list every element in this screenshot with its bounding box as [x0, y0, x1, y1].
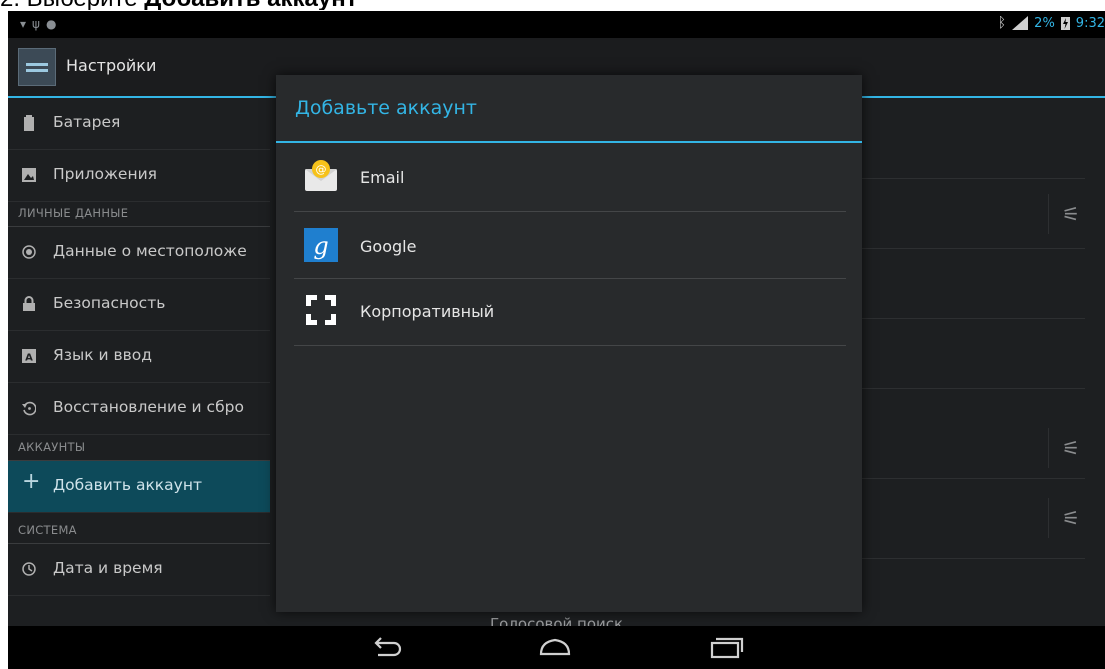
lock-icon: [23, 296, 35, 311]
plus-icon: +: [22, 469, 41, 494]
battery-percent: 2%: [1034, 15, 1055, 31]
navigation-bar: [8, 626, 1105, 669]
sidebar-item-battery[interactable]: Батарея: [8, 98, 270, 150]
sidebar-item-backup-reset[interactable]: Восстановление и сбро: [8, 383, 270, 435]
instruction-caption: 2. Выберите Добавить аккаунт: [0, 0, 358, 10]
settings-categories: Батарея Приложения ЛИЧНЫЕ ДАННЫЕ Данные …: [8, 98, 270, 626]
caption-prefix: 2. Выберите: [0, 0, 144, 10]
android-debug-icon: ●: [45, 17, 63, 31]
sidebar-item-label: Приложения: [53, 165, 157, 183]
home-icon[interactable]: [535, 634, 575, 662]
svg-text:g: g: [313, 232, 328, 260]
sidebar-item-label: Дата и время: [53, 559, 163, 577]
sidebar-item-add-account[interactable]: + Добавить аккаунт: [8, 461, 270, 513]
svg-text:@: @: [316, 163, 327, 176]
sidebar-item-label: Батарея: [53, 113, 121, 131]
clock-time: 9:32: [1075, 15, 1105, 31]
sidebar-item-date-time[interactable]: Дата и время: [8, 544, 270, 596]
apps-icon: [22, 168, 36, 182]
sidebar-item-label: Данные о местоположе: [53, 242, 247, 260]
keyboard-icon: A: [22, 349, 36, 364]
usb-icon: ψ: [32, 17, 46, 31]
status-bar: ▾ψ● ᛒ 2% 9:32: [8, 11, 1105, 38]
restore-icon: [22, 401, 36, 416]
account-option-google[interactable]: g Google: [294, 212, 846, 279]
sync-settings-icon[interactable]: ⚟: [1048, 428, 1093, 468]
notification-icons: ▾ψ●: [20, 17, 62, 31]
google-icon: g: [304, 228, 338, 262]
account-option-label: Корпоративный: [360, 302, 495, 321]
dialog-title: Добавьте аккаунт: [295, 97, 477, 119]
sidebar-item-label: Безопасность: [53, 294, 166, 312]
bluetooth-icon: ᛒ: [997, 15, 1007, 31]
section-header-system: СИСТЕМА: [18, 523, 77, 537]
email-icon: @: [305, 160, 337, 191]
location-icon: [22, 245, 36, 259]
account-option-corporate[interactable]: Корпоративный: [294, 279, 846, 346]
page-title: Настройки: [66, 56, 157, 75]
sync-settings-icon[interactable]: ⚟: [1048, 498, 1093, 538]
sidebar-item-language[interactable]: A Язык и ввод: [8, 331, 270, 383]
clock-icon: [22, 562, 36, 576]
account-option-email[interactable]: @ Email: [294, 145, 846, 212]
sync-settings-icon[interactable]: ⚟: [1048, 194, 1093, 234]
sidebar-item-label: Восстановление и сбро: [53, 398, 244, 416]
battery-charging-icon: [1060, 17, 1070, 30]
signal-icon: [1012, 16, 1029, 30]
settings-app-icon[interactable]: [18, 48, 56, 86]
corporate-icon: [306, 295, 336, 325]
account-option-label: Email: [360, 168, 405, 187]
section-header-personal: ЛИЧНЫЕ ДАННЫЕ: [18, 206, 129, 220]
caption-bold: Добавить аккаунт: [144, 0, 357, 10]
sidebar-item-label: Язык и ввод: [53, 346, 153, 364]
sidebar-item-security[interactable]: Безопасность: [8, 279, 270, 331]
sidebar-item-location[interactable]: Данные о местоположе: [8, 227, 270, 279]
back-icon[interactable]: [368, 634, 408, 662]
recent-apps-icon[interactable]: [706, 634, 746, 662]
system-icons: ᛒ 2% 9:32: [998, 15, 1105, 31]
battery-icon: [24, 115, 34, 131]
add-account-dialog: Добавьте аккаунт @ Email g Google Корпор…: [276, 75, 862, 612]
dialog-title-divider: [276, 141, 862, 143]
tablet-screen: ▾ψ● ᛒ 2% 9:32 Настройки Батарея Приложен…: [8, 11, 1105, 669]
account-option-label: Google: [360, 237, 417, 256]
section-header-accounts: АККАУНТЫ: [18, 440, 86, 454]
svg-text:A: A: [25, 353, 33, 364]
wifi-icon: ▾: [20, 17, 33, 31]
sidebar-item-apps[interactable]: Приложения: [8, 150, 270, 202]
sidebar-item-label: Добавить аккаунт: [53, 476, 203, 494]
